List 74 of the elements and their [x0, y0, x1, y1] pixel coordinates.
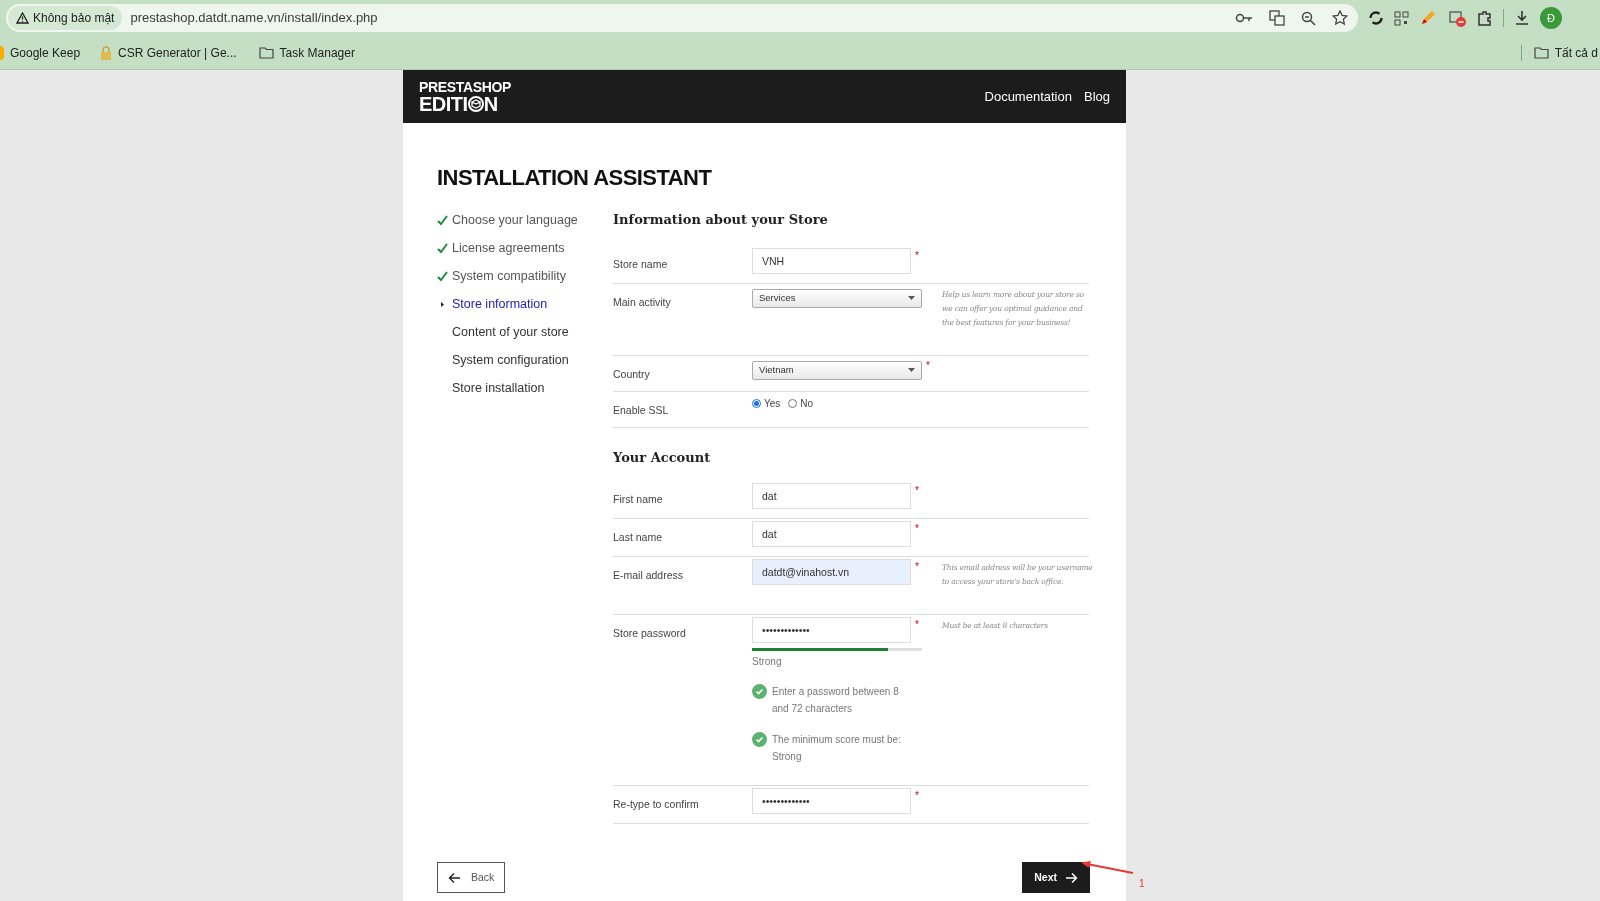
password-rule: Enter a password between 8 and 72 characters [772, 686, 899, 714]
zoom-icon[interactable] [1301, 10, 1316, 26]
box-icon [467, 95, 484, 112]
radio-option[interactable]: Yes [752, 395, 781, 411]
dropdown[interactable]: Services [752, 288, 922, 308]
url-text[interactable]: prestashop.datdt.name.vn/install/index.php [130, 8, 1235, 28]
extension-badge-icon[interactable] [1447, 8, 1467, 28]
sync-icon[interactable] [1368, 10, 1384, 26]
folder-icon [258, 46, 274, 59]
bookmark-item[interactable]: Google Keep [0, 43, 87, 62]
translate-icon[interactable] [1269, 10, 1285, 26]
radio-option[interactable]: No [788, 395, 814, 411]
bookmark-item[interactable]: CSR Generator | Ge... [92, 43, 245, 62]
dropdown[interactable]: Vietnam [752, 360, 922, 380]
section-heading: Information about your Store [613, 211, 829, 229]
required-mark: * [915, 484, 919, 498]
required-mark: * [915, 522, 919, 536]
annotation-number: 1 [1139, 877, 1145, 891]
qr-code-icon[interactable] [1394, 10, 1409, 26]
bulb-icon [0, 45, 4, 60]
text-field[interactable]: ••••••••••••• [752, 788, 911, 814]
next-button[interactable]: Next [1022, 862, 1090, 893]
arrow-right-icon [1065, 871, 1078, 884]
required-mark: * [915, 248, 919, 263]
text-field[interactable]: VNH [752, 247, 911, 274]
warning-icon [16, 12, 29, 24]
bookmark-item[interactable]: Task Manager [250, 43, 363, 62]
nav-link[interactable]: Documentation [984, 86, 1072, 107]
step-label: System compatibility [452, 267, 566, 285]
key-icon[interactable] [1235, 12, 1253, 24]
required-mark: * [915, 560, 919, 574]
star-icon[interactable] [1332, 10, 1348, 26]
field-label: Store name [613, 257, 668, 270]
arrow-left-icon [448, 871, 461, 884]
field-label: Country [613, 367, 650, 380]
field-label: Store password [613, 627, 686, 639]
download-icon[interactable] [1514, 10, 1530, 26]
field-label: First name [613, 493, 663, 505]
step-label: Content of your store [452, 323, 569, 341]
text-field[interactable]: dat [752, 483, 911, 509]
pencil-icon[interactable] [1419, 9, 1437, 27]
password-rule: The minimum score must be: Strong [772, 734, 901, 762]
extensions-icon[interactable] [1477, 10, 1493, 26]
caret-icon [908, 368, 915, 372]
nav-link[interactable]: Blog [1083, 86, 1110, 107]
section-heading: Your Account [613, 448, 712, 467]
step-label: License agreements [452, 239, 565, 257]
step-label: Store installation [452, 379, 545, 397]
step-label: System configuration [452, 351, 569, 369]
required-mark: * [915, 789, 919, 803]
field-label: E-mail address [613, 569, 684, 581]
text-field[interactable]: dat [752, 521, 911, 547]
field-label: Main activity [613, 295, 671, 308]
caret-icon [908, 296, 915, 300]
field-label: Enable SSL [613, 403, 669, 416]
field-label: Last name [613, 531, 663, 543]
back-button[interactable]: Back [437, 862, 506, 893]
strength-label: Strong [752, 655, 783, 669]
field-label: Re-type to confirm [613, 798, 699, 810]
required-mark: * [926, 358, 930, 373]
required-mark: * [915, 618, 919, 632]
address-bar[interactable]: Không bảo mật prestashop.datdt.name.vn/install/index.php [6, 4, 1358, 32]
profile-avatar[interactable]: Đ [1540, 7, 1562, 29]
text-field[interactable]: ••••••••••••• [752, 617, 911, 643]
text-field[interactable]: datdt@vinahost.vn [752, 559, 911, 585]
lock-icon [100, 45, 113, 60]
page-title: INSTALLATION ASSISTANT [437, 164, 713, 192]
step-label: Choose your language [452, 211, 578, 229]
folder-icon [1533, 46, 1549, 59]
step-label: Store information [452, 295, 548, 313]
annotation-arrow [1079, 860, 1134, 875]
security-chip[interactable]: Không bảo mật [8, 6, 123, 30]
prestashop-logo[interactable]: PRESTASHOP EDITI N [419, 79, 511, 114]
bookmark-item[interactable]: Tất cả d [1533, 43, 1598, 62]
